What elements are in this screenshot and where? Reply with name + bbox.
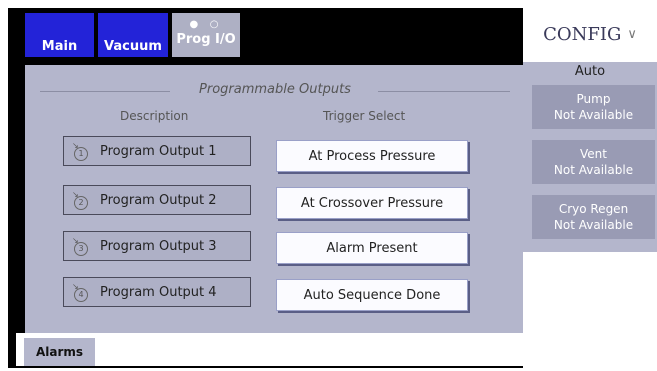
bottom-bar: Alarms [16, 333, 527, 366]
tab-vacuum[interactable]: Vacuum [98, 13, 168, 57]
program-output-4[interactable]: ↘ 4 Program Output 4 [63, 277, 251, 307]
right-sidebar: CONFIG ∨ Auto Pump Not Available Vent No… [523, 8, 657, 368]
program-output-3[interactable]: ↘ 3 Program Output 3 [63, 231, 251, 261]
program-output-3-label: Program Output 3 [100, 238, 217, 254]
alarms-button[interactable]: Alarms [24, 338, 95, 366]
tab-prog-io-label: Prog I/O [176, 32, 236, 47]
output-number-1-icon: ↘ 1 [72, 141, 90, 161]
trigger-select-1-button[interactable]: At Process Pressure [276, 140, 468, 172]
cryo-regen-button[interactable]: Cryo Regen Not Available [532, 195, 655, 239]
output-number-4-icon: ↘ 4 [72, 282, 90, 302]
program-output-1-label: Program Output 1 [100, 143, 217, 159]
page-indicator-dots: ● ○ [189, 19, 223, 30]
auto-label: Auto [574, 64, 606, 79]
config-label: CONFIG [543, 24, 622, 45]
trigger-select-2-button[interactable]: At Crossover Pressure [276, 187, 468, 219]
vent-label: Vent [580, 147, 607, 161]
tab-vacuum-label: Vacuum [104, 39, 162, 54]
config-menu-button[interactable]: CONFIG ∨ [523, 8, 657, 61]
output-number-3-icon: ↘ 3 [72, 236, 90, 256]
tab-main-label: Main [41, 39, 78, 54]
pump-label: Pump [576, 92, 611, 106]
tab-prog-io[interactable]: ● ○ Prog I/O [172, 13, 240, 57]
auto-section: Auto Pump Not Available Vent Not Availab… [523, 62, 657, 252]
chevron-down-icon: ∨ [627, 27, 637, 42]
tab-main[interactable]: Main [25, 13, 94, 57]
output-number-2-icon: ↘ 2 [72, 190, 90, 210]
description-header: Description [120, 109, 189, 123]
cryo-regen-status: Not Available [553, 218, 634, 232]
vent-button[interactable]: Vent Not Available [532, 140, 655, 184]
program-output-2[interactable]: ↘ 2 Program Output 2 [63, 185, 251, 215]
cryo-regen-label: Cryo Regen [558, 202, 629, 216]
trigger-select-3-button[interactable]: Alarm Present [276, 232, 468, 264]
panel-title: Programmable Outputs [199, 82, 351, 97]
vent-status: Not Available [553, 163, 634, 177]
pump-button[interactable]: Pump Not Available [532, 85, 655, 129]
programmable-outputs-panel: Programmable Outputs Description Trigger… [25, 65, 525, 333]
program-output-2-label: Program Output 2 [100, 192, 217, 208]
trigger-select-4-button[interactable]: Auto Sequence Done [276, 279, 468, 311]
program-output-4-label: Program Output 4 [100, 284, 217, 300]
trigger-select-header: Trigger Select [323, 109, 406, 123]
pump-status: Not Available [553, 108, 634, 122]
touch-screen: Main Vacuum ● ○ Prog I/O Programmable Ou… [8, 8, 657, 368]
program-output-1[interactable]: ↘ 1 Program Output 1 [63, 136, 251, 166]
